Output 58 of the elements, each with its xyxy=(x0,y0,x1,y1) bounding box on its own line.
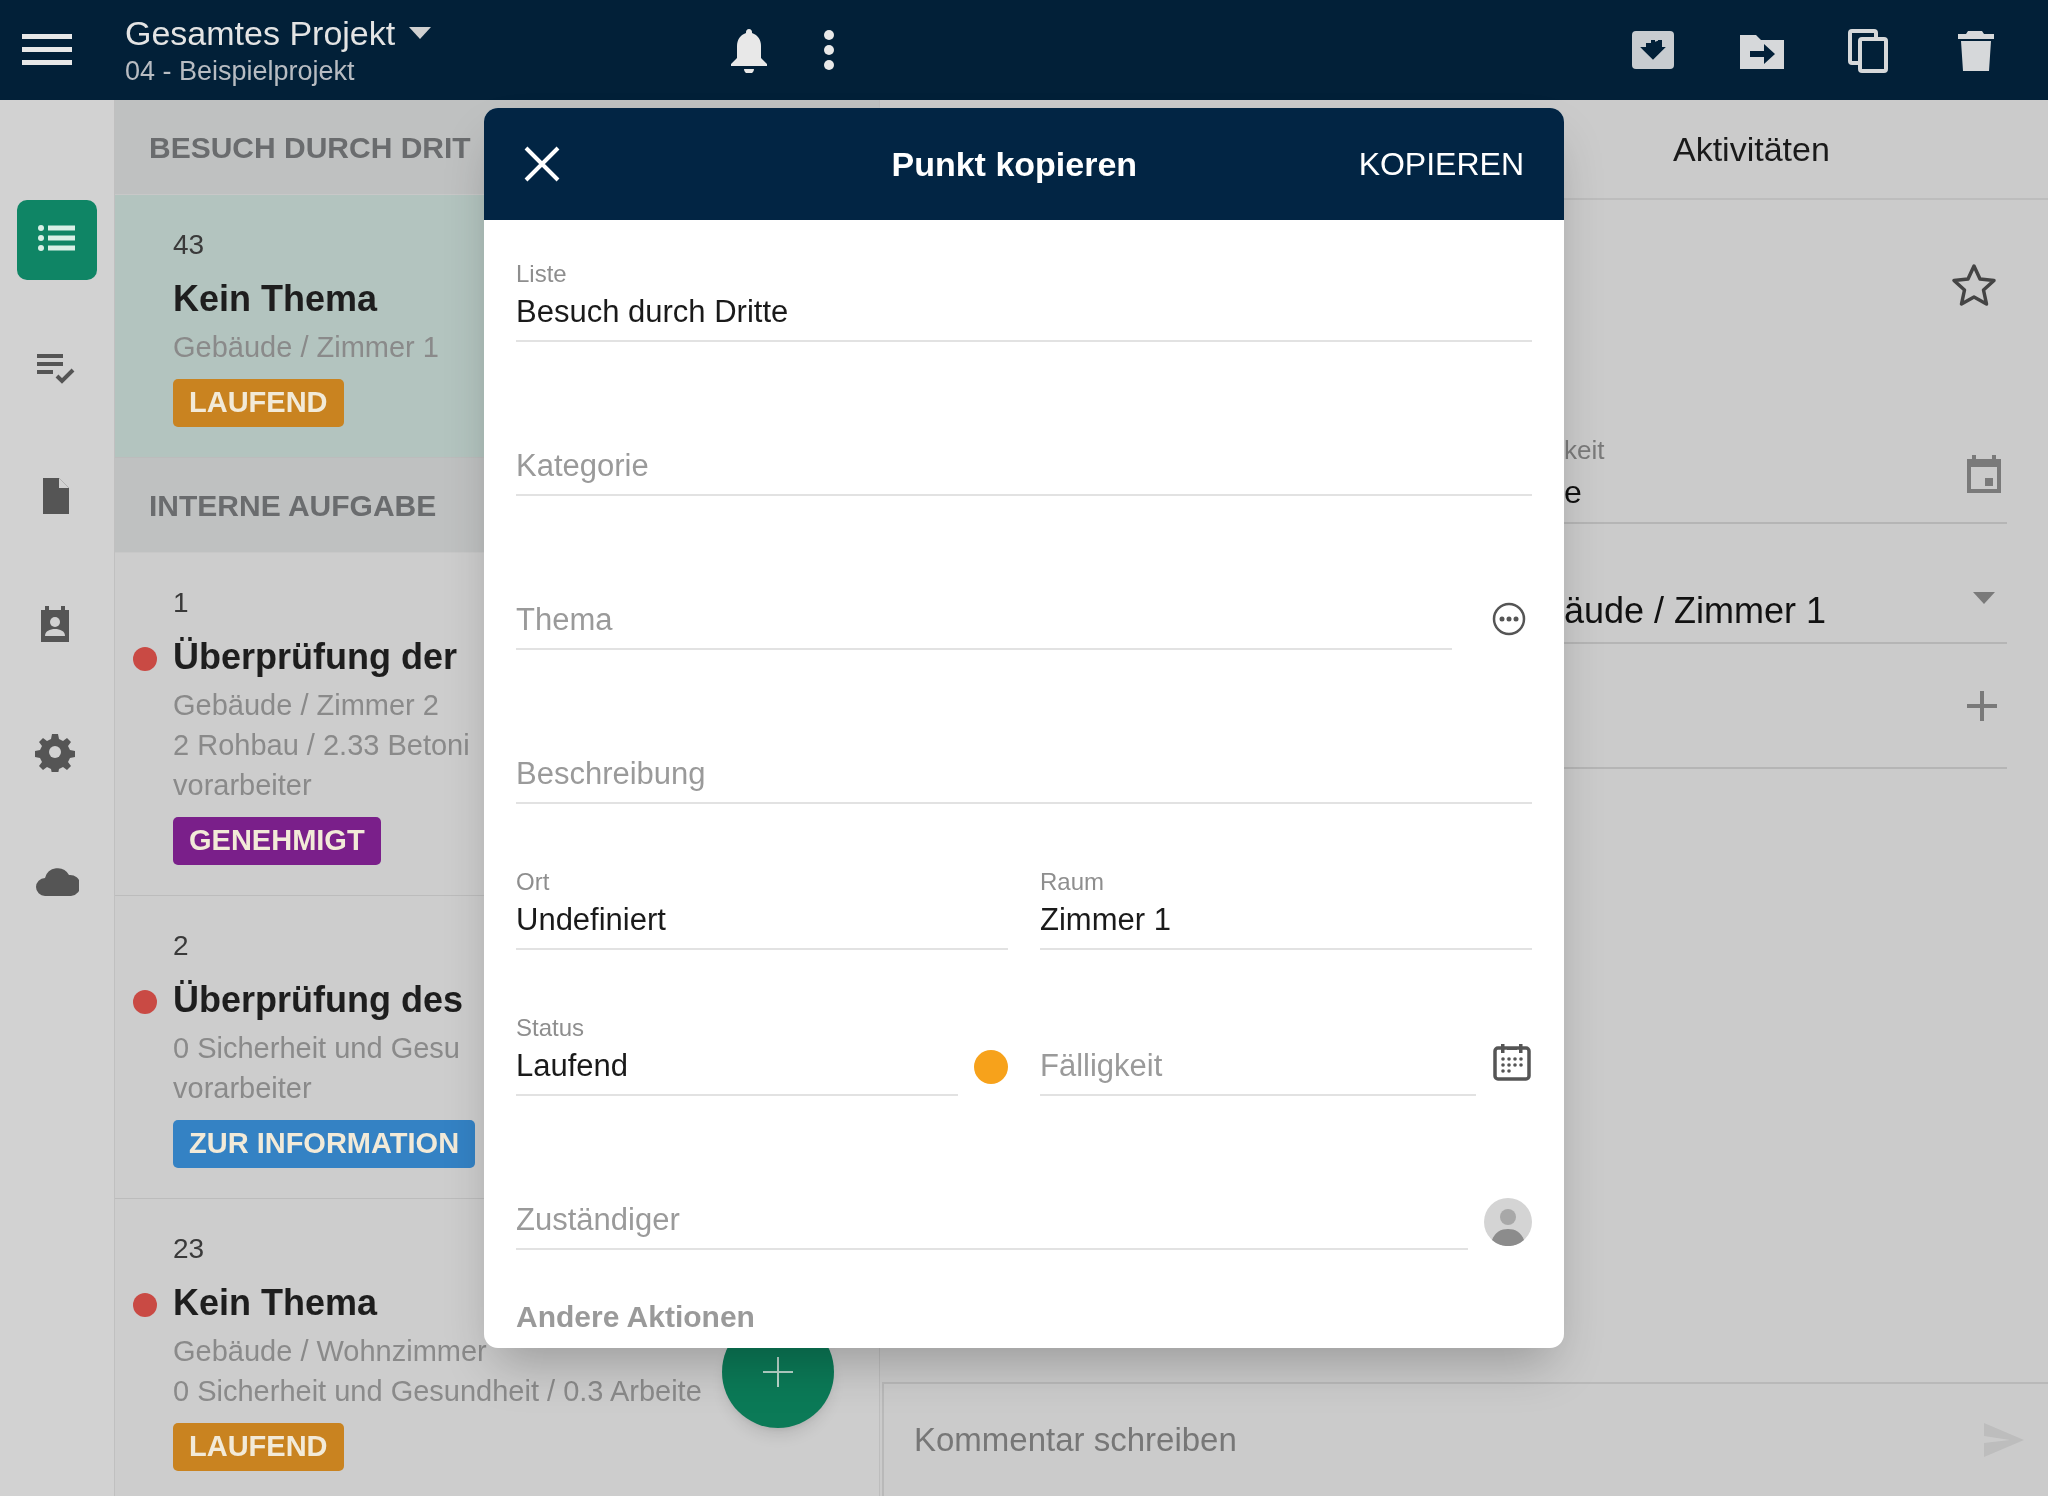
menu-icon[interactable] xyxy=(22,32,72,68)
item-title: Kein Thema xyxy=(173,1281,378,1325)
copy-button[interactable]: KOPIEREN xyxy=(1358,140,1524,188)
more-icon[interactable] xyxy=(1492,602,1526,636)
field-value[interactable]: e xyxy=(1564,470,1605,514)
star-icon[interactable] xyxy=(1951,263,1997,307)
section-title: INTERNE AUFGABE xyxy=(149,487,437,524)
avatar-icon[interactable] xyxy=(1484,1198,1532,1246)
plus-icon xyxy=(763,1357,793,1387)
item-detail: Gebäude / Zimmer 2 xyxy=(173,688,439,723)
field-label: Ort xyxy=(516,867,550,897)
status-field[interactable]: Laufend xyxy=(516,1044,958,1096)
assignee-field[interactable]: Zuständiger xyxy=(516,1198,1468,1250)
status-badge: LAUFEND xyxy=(173,1423,344,1471)
item-detail: Gebäude / Wohnzimmer xyxy=(173,1334,487,1369)
field-label: Status xyxy=(516,1013,585,1043)
dropdown-caret-icon[interactable] xyxy=(1973,592,1995,604)
status-badge: GENEHMIGT xyxy=(173,817,381,865)
item-number: 23 xyxy=(173,1232,205,1266)
list-field[interactable]: Besuch durch Dritte xyxy=(516,290,1532,342)
item-detail: 0 Sicherheit und Gesu xyxy=(173,1031,460,1066)
field-label: keit xyxy=(1564,434,1605,467)
item-detail: Gebäude / Zimmer 1 xyxy=(173,330,439,365)
item-detail: vorarbeiter xyxy=(173,1071,312,1106)
field-label: Raum xyxy=(1040,867,1105,897)
dialog-title: Punkt kopieren xyxy=(891,143,1138,185)
close-icon[interactable] xyxy=(524,146,560,182)
item-number: 1 xyxy=(173,586,189,620)
item-title: Überprüfung der xyxy=(173,635,457,679)
section-heading: Andere Aktionen xyxy=(516,1299,756,1335)
item-number: 43 xyxy=(173,228,205,262)
more-icon[interactable] xyxy=(823,30,835,70)
item-title: Überprüfung des xyxy=(173,978,463,1022)
description-field[interactable]: Beschreibung xyxy=(516,752,1532,804)
category-field[interactable]: Kategorie xyxy=(516,444,1532,496)
activities-tab[interactable]: Aktivitäten xyxy=(1673,123,1830,175)
item-title: Kein Thema xyxy=(173,277,378,321)
plus-icon[interactable] xyxy=(1967,690,1997,721)
caret-icon[interactable] xyxy=(409,27,432,39)
location-field[interactable]: Undefiniert xyxy=(516,898,1008,950)
comment-field[interactable]: Kommentar schreiben xyxy=(914,1415,1984,1465)
item-detail: 0 Sicherheit und Gesundheit / 0.3 Arbeite xyxy=(173,1374,702,1409)
list-tab[interactable] xyxy=(17,200,97,280)
section-title: BESUCH DURCH DRIT xyxy=(149,129,471,166)
topic-field[interactable]: Thema xyxy=(516,598,1452,650)
bell-icon[interactable] xyxy=(729,27,769,73)
room-field[interactable]: Zimmer 1 xyxy=(1040,898,1532,950)
status-badge: LAUFEND xyxy=(173,379,344,427)
field-value[interactable]: äude / Zimmer 1 xyxy=(1564,586,1827,636)
field-label: Liste xyxy=(516,259,567,289)
project-subtitle: 04 - Beispielprojekt xyxy=(125,55,356,88)
calendar-icon[interactable] xyxy=(1492,1042,1532,1082)
due-date-field[interactable]: Fälligkeit xyxy=(1040,1044,1476,1096)
item-detail: vorarbeiter xyxy=(173,768,312,803)
item-number: 2 xyxy=(173,929,189,963)
item-detail: 2 Rohbau / 2.33 Betoni xyxy=(173,728,470,763)
project-title[interactable]: Gesamtes Projekt xyxy=(125,12,396,54)
status-badge: ZUR INFORMATION xyxy=(173,1120,476,1168)
